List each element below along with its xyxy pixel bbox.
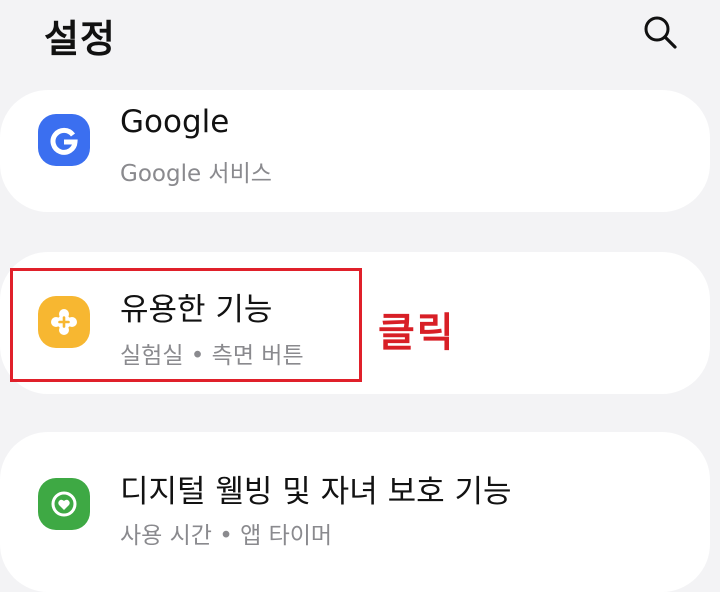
- click-annotation-label: 클릭: [378, 310, 456, 356]
- puzzle-plus-icon: [38, 296, 90, 348]
- app-header: 설정: [0, 0, 720, 70]
- settings-card-advanced-features: 유용한 기능 실험실 • 측면 버튼: [0, 252, 710, 394]
- settings-item-google[interactable]: Google Google 서비스: [0, 90, 710, 212]
- search-icon: [644, 16, 677, 49]
- google-icon: [38, 114, 90, 166]
- wellbeing-heart-icon: [38, 478, 90, 530]
- settings-card-digital-wellbeing: 디지털 웰빙 및 자녀 보호 기능 사용 시간 • 앱 타이머: [0, 432, 710, 592]
- item-title: 유용한 기능: [120, 292, 273, 328]
- item-title: 디지털 웰빙 및 자녀 보호 기능: [120, 474, 512, 510]
- page-title: 설정: [44, 17, 116, 61]
- item-subtitle: Google 서비스: [120, 161, 272, 187]
- search-button[interactable]: [636, 8, 684, 56]
- item-subtitle: 실험실 • 측면 버튼: [120, 343, 304, 369]
- item-title: Google: [120, 104, 230, 140]
- settings-card-google: Google Google 서비스: [0, 90, 710, 212]
- settings-item-advanced-features[interactable]: 유용한 기능 실험실 • 측면 버튼: [0, 252, 710, 394]
- settings-item-digital-wellbeing[interactable]: 디지털 웰빙 및 자녀 보호 기능 사용 시간 • 앱 타이머: [0, 432, 710, 592]
- item-subtitle: 사용 시간 • 앱 타이머: [120, 523, 333, 549]
